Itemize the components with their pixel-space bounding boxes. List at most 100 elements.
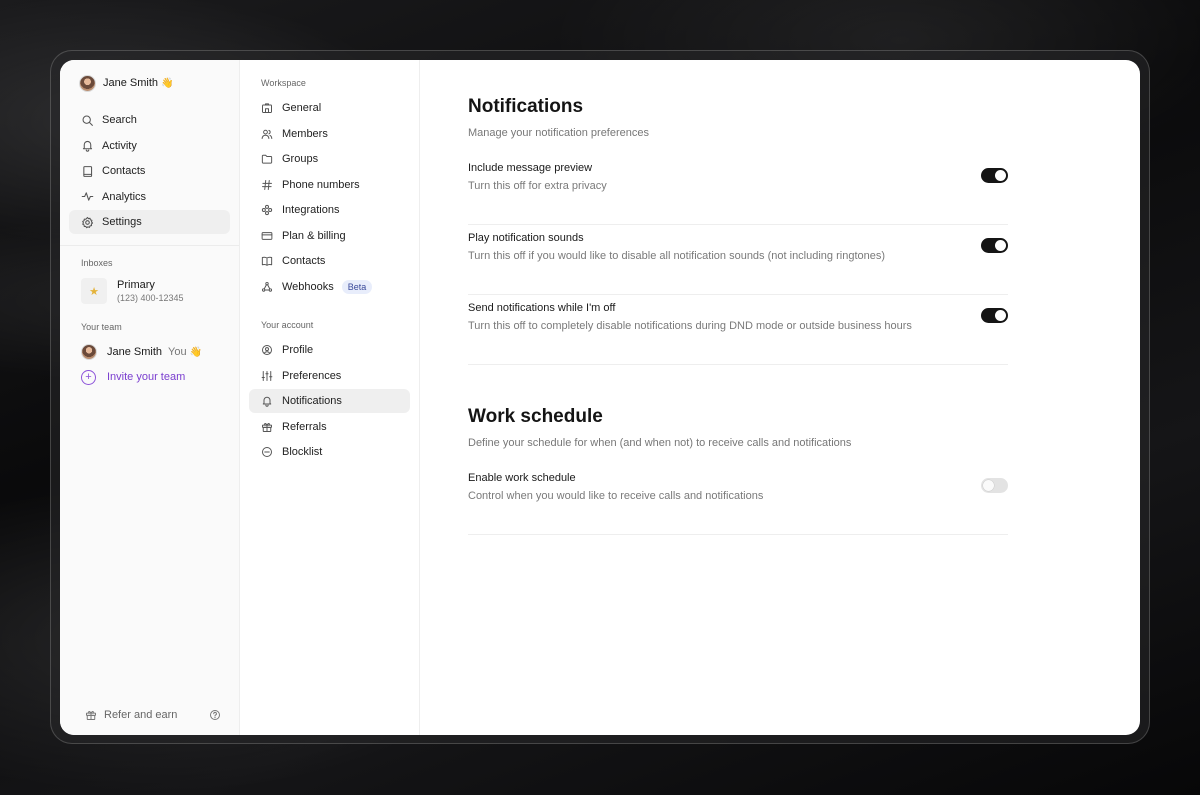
bell-icon (262, 396, 272, 407)
sidebar: Jane Smith 👋 Search Activity Contacts An… (60, 60, 240, 735)
menu-item-label: Plan & billing (282, 229, 346, 242)
menu-item-label: Notifications (282, 395, 342, 407)
menu-item-blocklist[interactable]: Blocklist (249, 440, 410, 464)
menu-item-webhooks[interactable]: Webhooks Beta (249, 275, 410, 299)
sidebar-item-activity[interactable]: Activity (69, 134, 230, 158)
avatar (81, 344, 97, 360)
sidebar-item-label: Contacts (102, 165, 146, 177)
menu-item-label: Phone numbers (282, 178, 360, 191)
menu-item-preferences[interactable]: Preferences (249, 364, 410, 388)
folder-icon (261, 154, 273, 164)
wave-emoji: 👋 (161, 77, 174, 89)
setting-row-notification-sounds: Play notification sounds Turn this off i… (468, 225, 1008, 295)
search-icon (82, 115, 93, 126)
menu-item-groups[interactable]: Groups (249, 147, 410, 171)
puzzle-icon (261, 204, 273, 216)
inbox-phone: (123) 400-12345 (117, 293, 184, 303)
team-member-name: Jane Smith (107, 346, 163, 358)
setting-row-work-schedule: Enable work schedule Control when you wo… (468, 465, 1008, 535)
sidebar-item-label: Activity (102, 139, 137, 152)
gear-icon (82, 216, 94, 228)
menu-item-plan-billing[interactable]: Plan & billing (249, 224, 410, 248)
menu-item-label: Groups (282, 153, 319, 165)
setting-description: Turn this off if you would like to disab… (468, 250, 886, 262)
settings-content: Notifications Manage your notification p… (420, 60, 1140, 735)
menu-item-label: Profile (282, 344, 314, 356)
refer-and-earn-button[interactable]: Refer and earn (85, 709, 177, 721)
notifications-while-off-toggle[interactable] (981, 308, 1008, 323)
setting-row-message-preview: Include message preview Turn this off fo… (468, 155, 1008, 225)
wave-emoji: 👋 (189, 346, 203, 358)
sidebar-item-label: Settings (102, 216, 142, 228)
menu-item-members[interactable]: Members (249, 122, 410, 146)
building-icon (262, 103, 272, 113)
setting-title: Send notifications while I'm off (468, 302, 616, 314)
menu-item-label: General (282, 102, 322, 114)
menu-item-label: Preferences (282, 369, 342, 382)
plus-circle-icon: + (81, 369, 96, 385)
menu-item-profile[interactable]: Profile (249, 338, 410, 362)
notification-sounds-toggle[interactable] (981, 238, 1008, 253)
account-label: Your account (261, 320, 314, 330)
avatar (79, 74, 96, 92)
message-preview-toggle[interactable] (981, 168, 1008, 183)
sidebar-item-contacts[interactable]: Contacts (69, 159, 230, 183)
star-icon: ★ (81, 278, 107, 304)
book-icon (83, 165, 93, 177)
menu-item-label: Webhooks (282, 280, 334, 293)
setting-row-notifications-while-off: Send notifications while I'm off Turn th… (468, 295, 1008, 365)
work-schedule-toggle[interactable] (981, 478, 1008, 493)
inbox-name: Primary (117, 279, 155, 291)
user-menu[interactable]: Jane Smith 👋 (69, 72, 230, 94)
help-icon[interactable] (209, 709, 221, 721)
app-window: Jane Smith 👋 Search Activity Contacts An… (60, 60, 1140, 735)
setting-title: Include message preview (468, 162, 593, 174)
work-schedule-description: Define your schedule for when (and when … (468, 437, 852, 449)
setting-title: Play notification sounds (468, 232, 584, 244)
inboxes-label: Inboxes (81, 258, 113, 268)
inbox-primary[interactable]: ★ Primary (123) 400-12345 (69, 276, 230, 306)
team-member[interactable]: Jane Smith You 👋 (69, 340, 230, 364)
sliders-icon (261, 370, 273, 381)
beta-badge: Beta (341, 279, 373, 294)
sidebar-divider (60, 245, 239, 246)
menu-item-phone-numbers[interactable]: Phone numbers (249, 173, 410, 197)
user-circle-icon (262, 345, 272, 355)
workspace-label: Workspace (261, 78, 306, 88)
gift-icon (86, 711, 96, 720)
menu-item-label: Members (282, 127, 328, 140)
menu-item-label: Integrations (282, 204, 340, 216)
setting-description: Control when you would like to receive c… (468, 490, 764, 502)
menu-item-contacts[interactable]: Contacts (249, 249, 410, 273)
sidebar-item-search[interactable]: Search (69, 108, 230, 132)
menu-item-general[interactable]: General (249, 96, 410, 120)
users-icon (261, 129, 273, 139)
setting-description: Turn this off for extra privacy (468, 180, 607, 192)
menu-item-referrals[interactable]: Referrals (249, 415, 410, 439)
menu-item-label: Referrals (282, 420, 327, 433)
card-icon (261, 231, 273, 240)
hash-icon (262, 179, 272, 190)
sidebar-footer: Refer and earn (60, 709, 239, 721)
refer-label: Refer and earn (104, 709, 178, 721)
menu-item-label: Contacts (282, 255, 326, 267)
bell-icon (82, 140, 93, 152)
user-name: Jane Smith (103, 77, 159, 89)
menu-item-notifications[interactable]: Notifications (249, 389, 410, 413)
settings-menu: Workspace General Members Groups Phone n… (240, 60, 420, 735)
webhook-icon (261, 281, 273, 292)
book-open-icon (261, 256, 273, 266)
you-tag: You (168, 346, 187, 358)
pulse-icon (81, 192, 94, 201)
sidebar-item-analytics[interactable]: Analytics (69, 185, 230, 209)
sidebar-item-label: Analytics (102, 190, 147, 203)
setting-description: Turn this off to completely disable noti… (468, 320, 912, 332)
gift-icon (262, 422, 272, 432)
menu-item-integrations[interactable]: Integrations (249, 198, 410, 222)
sidebar-item-label: Search (102, 114, 137, 126)
sidebar-item-settings[interactable]: Settings (69, 210, 230, 234)
team-label: Your team (81, 322, 122, 332)
notifications-title: Notifications (468, 96, 584, 117)
invite-team-button[interactable]: + Invite your team (69, 364, 230, 390)
work-schedule-title: Work schedule (468, 406, 603, 427)
